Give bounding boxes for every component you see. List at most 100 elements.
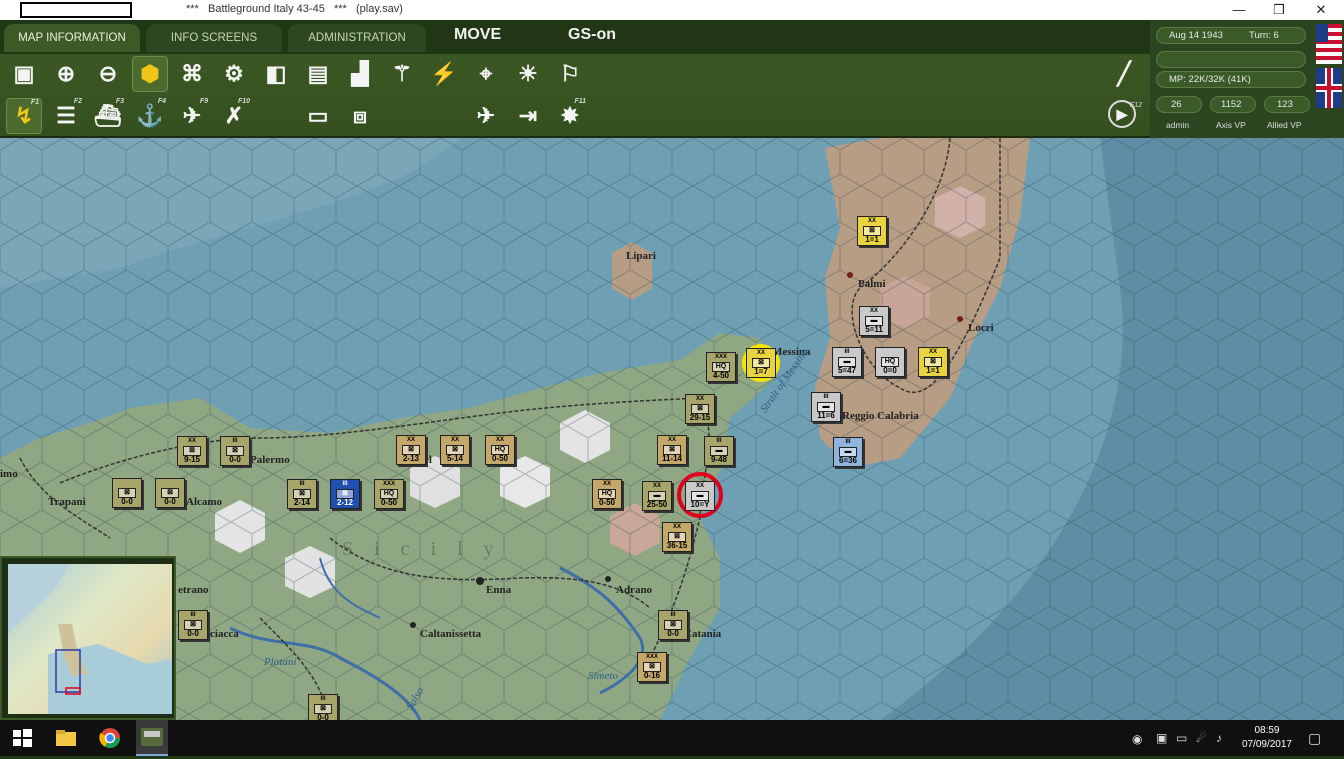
camera-icon[interactable]: ⧈ (342, 98, 378, 134)
layers-icon[interactable]: ▣ (6, 56, 42, 92)
rectangle-icon[interactable]: ▭ (300, 98, 336, 134)
clock[interactable]: 08:59 07/09/2017 (1242, 724, 1292, 752)
clock-time: 08:59 (1254, 725, 1280, 736)
tab-row: MAP INFORMATION INFO SCREENS ADMINISTRAT… (0, 20, 1150, 54)
place-catania: Catania (684, 628, 722, 640)
naval-icon[interactable]: ⚓ F4 (132, 98, 168, 134)
place-lipari: Lipari (626, 250, 656, 262)
windows-start-icon[interactable] (10, 726, 34, 750)
toggle-icon[interactable]: ◧ (258, 56, 294, 92)
network-icon[interactable]: ▭ (1176, 731, 1187, 745)
flag-icon[interactable]: ⚐ (552, 56, 588, 92)
chart-icon[interactable]: ▤ (300, 56, 336, 92)
ship-icon[interactable]: ⛴ F3 (90, 98, 126, 134)
unit-counter[interactable]: III ▬ 9-48 (704, 436, 734, 466)
place-locri: Locri (968, 322, 994, 334)
place-sciacca: ciacca (210, 628, 239, 640)
file-explorer-icon[interactable] (54, 726, 78, 750)
unit-counter[interactable]: XXX HQ 4-50 (706, 352, 736, 382)
volume-icon[interactable]: ♪ (1216, 731, 1222, 745)
wifi-icon[interactable]: ☄ (1196, 731, 1207, 745)
targeted-unit-counter[interactable]: XX ▬ 10=Y (685, 481, 715, 511)
frame-icon[interactable]: ⌘ (174, 56, 210, 92)
tab-map-information[interactable]: MAP INFORMATION (4, 24, 140, 52)
unit-counter[interactable]: XX ⊠ 1=1 (857, 216, 887, 246)
place-caltanissetta: Caltanissetta (420, 628, 482, 640)
unit-counter[interactable]: III ⊠ 2-12 (330, 479, 360, 509)
maximize-button[interactable]: ❐ (1256, 0, 1302, 20)
move-icon[interactable]: ↯ F1 (6, 98, 42, 134)
unit-counter[interactable]: III ⊠ 2-14 (287, 479, 317, 509)
unit-counter[interactable]: III ⊠ 0-0 (220, 436, 250, 466)
hex-grid-icon[interactable]: ⬢ (132, 56, 168, 92)
axis-vp-value: 1152 (1210, 96, 1256, 113)
exit-icon[interactable]: ⇥ (510, 98, 546, 134)
move-mode-label[interactable]: MOVE (454, 26, 501, 44)
unit-counter[interactable]: XXX HQ 0-50 (374, 479, 404, 509)
unit-counter[interactable]: XX ⊠ 2-13 (396, 435, 426, 465)
admin-label: admin (1166, 120, 1190, 130)
air-strike-icon[interactable]: ✗ F10 (216, 98, 252, 134)
notifications-icon[interactable]: ▢ (1308, 730, 1321, 747)
unit-counter[interactable]: III ⊠ 0-0 (308, 694, 338, 720)
unit-counter[interactable]: XX ⊠ 5-14 (440, 435, 470, 465)
rail-icon[interactable]: ☰ F2 (48, 98, 84, 134)
gear-icon[interactable]: ⚙ (216, 56, 252, 92)
target-icon[interactable]: ⌖ (468, 56, 504, 92)
game-taskbar-icon[interactable] (136, 720, 168, 756)
unit-counter[interactable]: III ▬ 6=36 (833, 437, 863, 467)
zoom-out-icon[interactable]: ⊖ (90, 56, 126, 92)
weather-icon[interactable]: ☀ (510, 56, 546, 92)
unit-counter[interactable]: XX ▬ 25-50 (642, 481, 672, 511)
unit-counter[interactable]: XX HQ 0-50 (485, 435, 515, 465)
game-map[interactable]: Lipari Messina Palmi Locri Reggio Calabr… (0, 138, 1344, 720)
unit-counter[interactable]: III ⊠ 0-0 (178, 610, 208, 640)
tab-info-screens[interactable]: INFO SCREENS (146, 24, 282, 52)
unit-counter[interactable]: XX HQ 0-50 (592, 479, 622, 509)
place-palermo: Palermo (250, 454, 290, 466)
chrome-icon[interactable] (98, 726, 122, 750)
minimap[interactable] (0, 556, 176, 720)
us-flag-icon (1316, 24, 1342, 64)
unit-counter[interactable]: XX ⊠ 1=1 (918, 347, 948, 377)
factory-icon[interactable]: ▟ (342, 56, 378, 92)
unit-counter[interactable]: XXX ⊠ 0-16 (637, 652, 667, 682)
allied-vp-label: Allied VP (1267, 120, 1302, 130)
tab-administration[interactable]: ADMINISTRATION (288, 24, 426, 52)
signal-icon-2[interactable]: ⚡ (426, 56, 462, 92)
title-blank-field (20, 2, 132, 18)
clock-date: 07/09/2017 (1241, 739, 1292, 750)
signal-icon[interactable]: ⚚ (384, 56, 420, 92)
unit-counter[interactable]: III ▬ 5=47 (832, 347, 862, 377)
unit-counter[interactable]: HQ 0=0 (875, 347, 905, 377)
unit-counter[interactable]: XX ⊠ 29-15 (685, 394, 715, 424)
defender-icon[interactable]: ▣ (1156, 731, 1167, 745)
selected-unit-counter[interactable]: XX ⊠ 1=7 (746, 348, 776, 378)
unit-counter[interactable]: ⊠ 0-0 (112, 478, 142, 508)
unit-counter[interactable]: XX ⊠ 11-14 (657, 435, 687, 465)
unit-counter[interactable]: XX ▬ 5=11 (859, 306, 889, 336)
blank-pill (1156, 51, 1306, 68)
unit-counter[interactable]: III ▬ 11=6 (811, 392, 841, 422)
explosion-icon[interactable]: ✸ F11 (552, 98, 588, 134)
airdrop-icon[interactable]: ✈ F9 (174, 98, 210, 134)
gs-mode-label[interactable]: GS-on (568, 26, 616, 44)
unit-counter[interactable]: ⊠ 0-0 (155, 478, 185, 508)
place-petrano: etrano (178, 584, 209, 596)
unit-counter[interactable]: XX ⊠ 9-15 (177, 436, 207, 466)
minimap-europe[interactable] (8, 564, 172, 714)
place-reggio: Reggio Calabria (842, 410, 919, 422)
place-alcamo: Alcamo (186, 496, 223, 508)
admin-value: 26 (1156, 96, 1202, 113)
place-platani: Platani (264, 656, 297, 668)
unit-counter[interactable]: III ⊠ 0-0 (658, 610, 688, 640)
ai-icon[interactable]: ✈ (468, 98, 504, 134)
top-panel: MAP INFORMATION INFO SCREENS ADMINISTRAT… (0, 20, 1344, 138)
unit-counter[interactable]: XX ⊠ 36-15 (662, 522, 692, 552)
pencil-icon[interactable]: ╱ (1106, 56, 1142, 92)
end-turn-fkey: F12 (1130, 102, 1143, 109)
close-button[interactable]: ✕ (1298, 0, 1344, 20)
zoom-in-icon[interactable]: ⊕ (48, 56, 84, 92)
place-simeto: Simeto (588, 670, 618, 682)
steam-icon[interactable]: ◉ (1132, 732, 1142, 746)
